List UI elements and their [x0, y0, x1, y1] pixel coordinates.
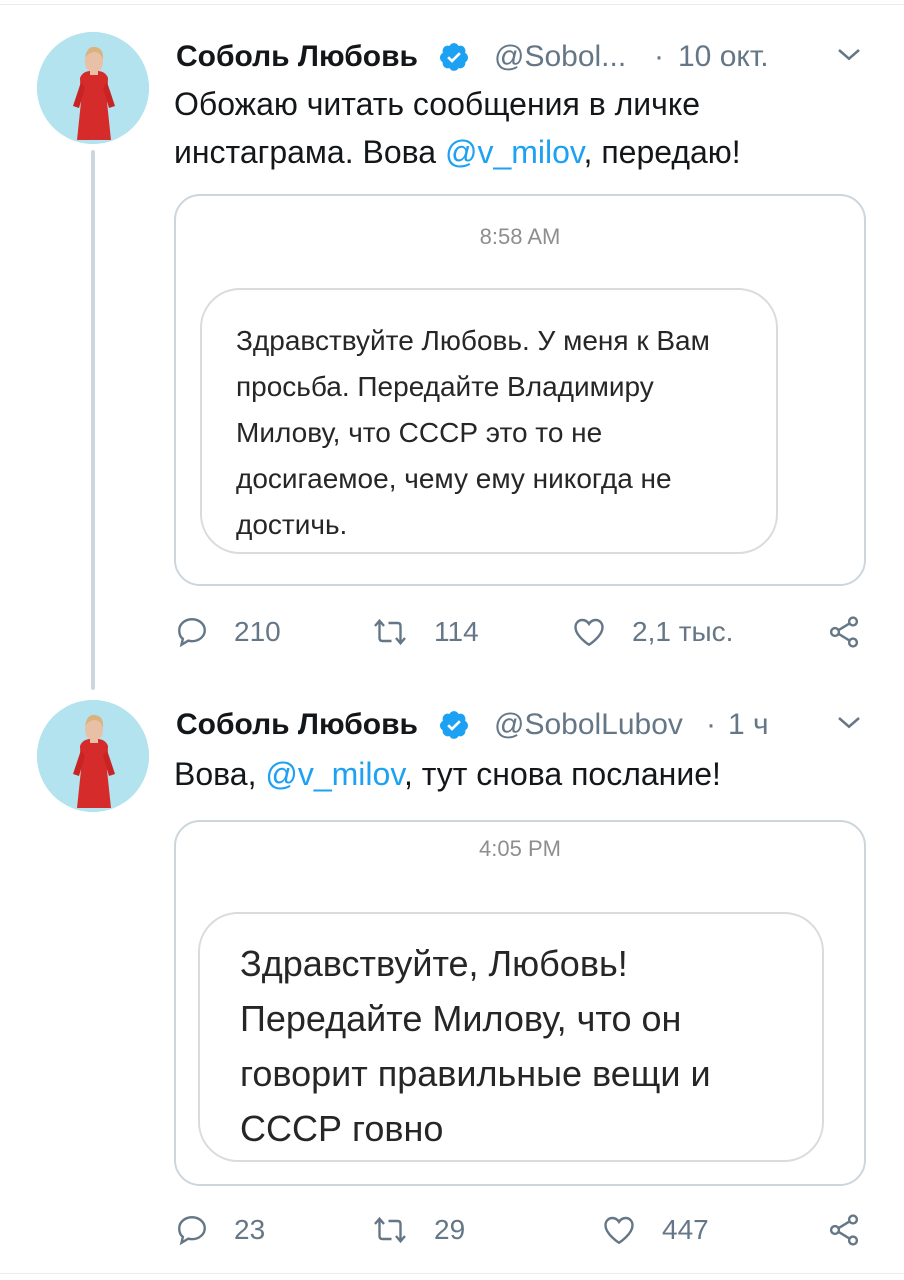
tweet-1[interactable]: Соболь Любовь @Sobol... · 10 окт. Обожаю…: [0, 28, 904, 668]
like-count: 2,1 тыс.: [632, 616, 734, 647]
share-button[interactable]: [826, 1210, 862, 1250]
author-handle[interactable]: @Sobol...: [494, 34, 626, 80]
like-button[interactable]: 2,1 тыс.: [570, 612, 733, 652]
like-button[interactable]: 447: [600, 1210, 709, 1250]
tweet-actions: 23 29 447: [174, 1210, 874, 1250]
tweet-text-part: Вова,: [174, 756, 266, 792]
reply-button[interactable]: 210: [174, 612, 281, 652]
retweet-icon: [374, 1216, 406, 1244]
attached-image-card[interactable]: 4:05 PM Здравствуйте, Любовь! Передайте …: [174, 820, 866, 1186]
mention-link[interactable]: @v_milov: [445, 134, 584, 170]
chevron-down-icon[interactable]: [834, 708, 864, 738]
reply-count: 210: [234, 616, 281, 647]
attached-image-card[interactable]: 8:58 AM Здравствуйте Любовь. У меня к Ва…: [174, 194, 866, 586]
retweet-button[interactable]: 29: [370, 1210, 465, 1250]
avatar[interactable]: [37, 700, 149, 812]
dm-timestamp: 4:05 PM: [479, 836, 561, 861]
dm-message-text: Здравствуйте, Любовь! Передайте Милову, …: [240, 943, 711, 1149]
bottom-divider: [0, 1273, 904, 1274]
verified-badge-icon: [440, 43, 468, 71]
share-icon: [829, 1214, 859, 1246]
share-icon: [829, 616, 859, 648]
retweet-icon: [374, 618, 406, 646]
author-name[interactable]: Соболь Любовь: [176, 34, 418, 80]
retweet-count: 29: [434, 1214, 466, 1245]
reply-button[interactable]: 23: [174, 1210, 265, 1250]
tweet-header: Соболь Любовь @Sobol... · 10 окт.: [176, 34, 874, 84]
tweet-actions: 210 114 2,1 тыс.: [174, 612, 874, 652]
tweet-header: Соболь Любовь @SobolLubov · 1 ч: [176, 702, 874, 752]
tweet-text: Вова, @v_milov, тут снова послание!: [174, 750, 864, 798]
heart-icon: [574, 618, 604, 647]
dm-timestamp: 8:58 AM: [479, 224, 561, 249]
separator-dot: ·: [706, 708, 716, 741]
dm-message-text: Здравствуйте Любовь. У меня к Вам просьб…: [236, 325, 710, 540]
tweet-timestamp[interactable]: 10 окт.: [678, 34, 769, 80]
tweet-timestamp[interactable]: 1 ч: [728, 702, 769, 748]
avatar[interactable]: [37, 32, 149, 144]
like-count: 447: [662, 1214, 709, 1245]
chevron-down-icon[interactable]: [834, 40, 864, 70]
retweet-count: 114: [434, 616, 479, 647]
tweet-text-part: , передаю!: [583, 134, 741, 170]
heart-icon: [604, 1216, 634, 1245]
mention-link[interactable]: @v_milov: [265, 756, 404, 792]
author-handle[interactable]: @SobolLubov: [494, 702, 683, 748]
reply-icon: [178, 618, 206, 648]
tweet-text: Обожаю читать сообщения в личке инстагра…: [174, 80, 864, 176]
top-divider: [0, 4, 904, 5]
dm-message-bubble: Здравствуйте, Любовь! Передайте Милову, …: [198, 912, 824, 1162]
author-name[interactable]: Соболь Любовь: [176, 702, 418, 748]
verified-badge-icon: [440, 711, 468, 739]
retweet-button[interactable]: 114: [370, 612, 479, 652]
tweet-2[interactable]: Соболь Любовь @SobolLubov · 1 ч Вова, @v…: [0, 700, 904, 1270]
reply-count: 23: [234, 1214, 266, 1245]
separator-dot: ·: [654, 40, 664, 73]
tweet-text-part: , тут снова послание!: [403, 756, 721, 792]
share-button[interactable]: [826, 612, 862, 652]
reply-icon: [178, 1216, 206, 1246]
dm-message-bubble: Здравствуйте Любовь. У меня к Вам просьб…: [200, 288, 778, 554]
